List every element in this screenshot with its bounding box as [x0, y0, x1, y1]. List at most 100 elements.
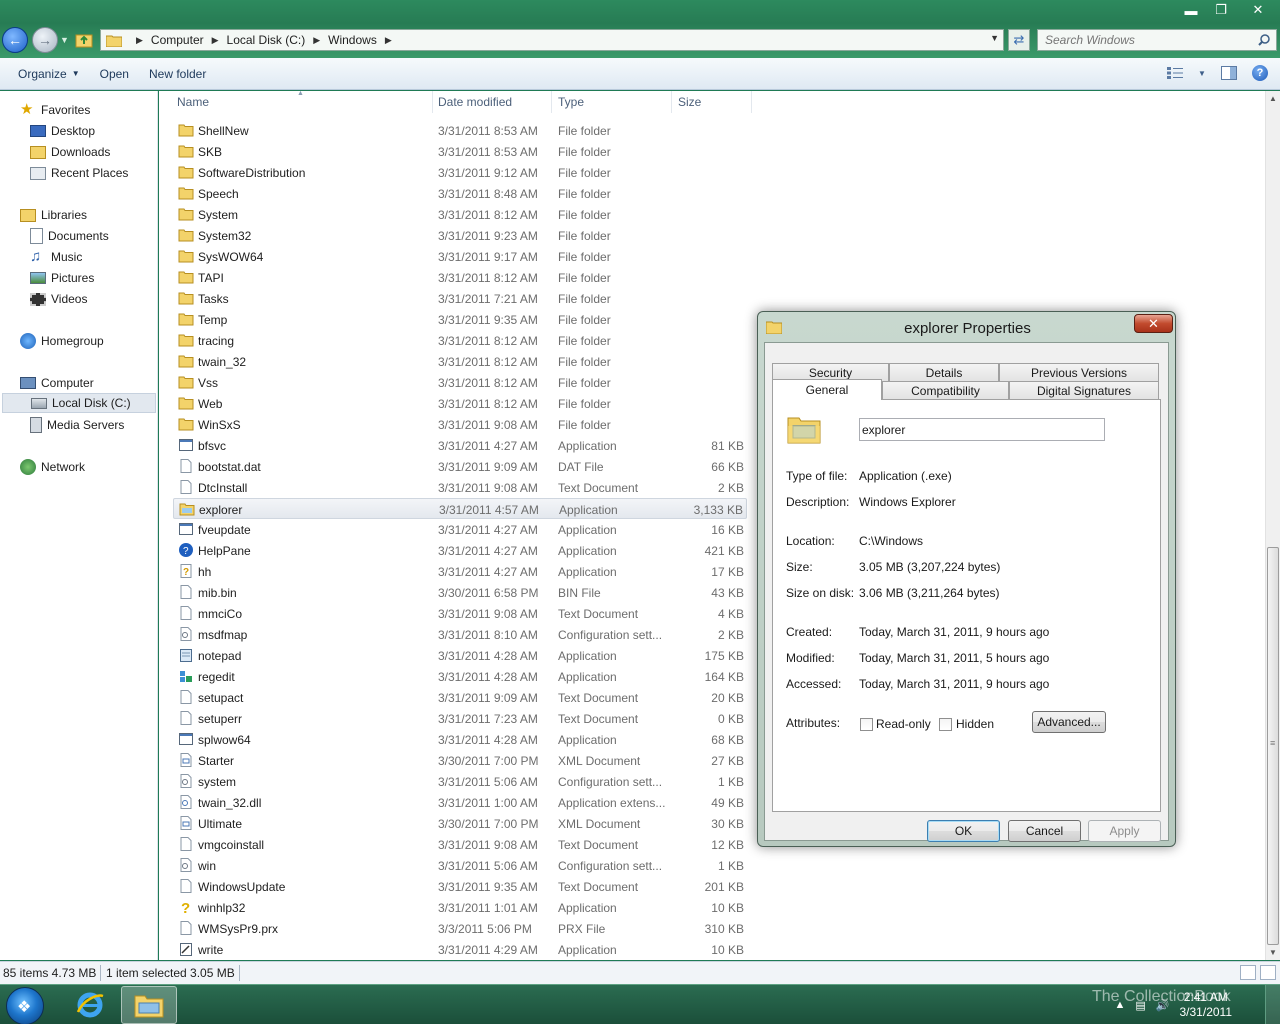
breadcrumb-local-disk[interactable]: Local Disk (C:): [227, 33, 306, 47]
column-divider[interactable]: [551, 91, 552, 113]
file-row[interactable]: SysWOW64 3/31/2011 9:17 AM File folder: [173, 246, 747, 267]
file-row[interactable]: ? hh 3/31/2011 4:27 AM Application 17 KB: [173, 561, 747, 582]
taskbar-windows-explorer[interactable]: [121, 986, 177, 1024]
cancel-button[interactable]: Cancel: [1008, 820, 1081, 842]
file-row[interactable]: notepad 3/31/2011 4:28 AM Application 175 K…: [173, 645, 747, 666]
close-button[interactable]: ✕: [1236, 0, 1280, 20]
vertical-scrollbar[interactable]: ▲ ≡ ▼: [1265, 91, 1280, 960]
file-row[interactable]: Tasks 3/31/2011 7:21 AM File folder: [173, 288, 747, 309]
nav-favorites[interactable]: ★ Favorites: [20, 100, 90, 120]
search-icon[interactable]: [1258, 34, 1270, 46]
tab-general[interactable]: General: [772, 379, 882, 400]
ok-button[interactable]: OK: [927, 820, 1000, 842]
details-view-icon[interactable]: [1240, 965, 1256, 980]
file-row[interactable]: ? winhlp32 3/31/2011 1:01 AM Application 10 …: [173, 897, 747, 918]
file-row[interactable]: vmgcoinstall 3/31/2011 9:08 AM Text Docume…: [173, 834, 747, 855]
column-divider[interactable]: [671, 91, 672, 113]
file-row[interactable]: SKB 3/31/2011 8:53 AM File folder: [173, 141, 747, 162]
show-desktop-button[interactable]: [1265, 985, 1280, 1024]
preview-pane-button[interactable]: [1220, 64, 1238, 82]
scrollbar-thumb[interactable]: ≡: [1267, 547, 1279, 945]
read-only-label[interactable]: Read-only: [876, 717, 931, 731]
file-row[interactable]: bootstat.dat 3/31/2011 9:09 AM DAT File 66 …: [173, 456, 747, 477]
file-row[interactable]: splwow64 3/31/2011 4:28 AM Application 68 K…: [173, 729, 747, 750]
file-row[interactable]: System32 3/31/2011 9:23 AM File folder: [173, 225, 747, 246]
refresh-button[interactable]: ⇄: [1008, 29, 1030, 51]
scroll-up-icon[interactable]: ▲: [1269, 94, 1277, 103]
start-button[interactable]: ❖: [6, 987, 44, 1024]
file-row[interactable]: System 3/31/2011 8:12 AM File folder: [173, 204, 747, 225]
dialog-close-button[interactable]: ✕: [1134, 314, 1173, 333]
column-divider[interactable]: [432, 91, 433, 113]
recent-pages-dropdown-icon[interactable]: ▼: [60, 35, 69, 45]
breadcrumb-separator-icon[interactable]: ▶: [136, 35, 143, 46]
hidden-checkbox[interactable]: [939, 718, 952, 731]
tab-details[interactable]: Details: [889, 363, 999, 381]
nav-homegroup[interactable]: Homegroup: [20, 331, 104, 351]
maximize-button[interactable]: ❐: [1206, 0, 1236, 20]
nav-documents[interactable]: Documents: [30, 226, 109, 246]
nav-recent-places[interactable]: Recent Places: [30, 163, 128, 183]
hidden-label[interactable]: Hidden: [956, 717, 994, 731]
file-row[interactable]: setupact 3/31/2011 9:09 AM Text Document 20…: [173, 687, 747, 708]
file-row[interactable]: twain_32.dll 3/31/2011 1:00 AM Application…: [173, 792, 747, 813]
file-row[interactable]: DtcInstall 3/31/2011 9:08 AM Text Document…: [173, 477, 747, 498]
file-row[interactable]: TAPI 3/31/2011 8:12 AM File folder: [173, 267, 747, 288]
nav-libraries[interactable]: Libraries: [20, 205, 87, 225]
file-row[interactable]: WinSxS 3/31/2011 9:08 AM File folder: [173, 414, 747, 435]
apply-button[interactable]: Apply: [1088, 820, 1161, 842]
breadcrumb-separator-icon[interactable]: ▶: [313, 35, 320, 46]
tab-compatibility[interactable]: Compatibility: [882, 381, 1009, 399]
breadcrumb-windows[interactable]: Windows: [328, 33, 377, 47]
advanced-button[interactable]: Advanced...: [1032, 711, 1106, 733]
nav-pictures[interactable]: Pictures: [30, 268, 94, 288]
file-row[interactable]: msdfmap 3/31/2011 8:10 AM Configuration se…: [173, 624, 747, 645]
file-row[interactable]: Starter 3/30/2011 7:00 PM XML Document 27 K…: [173, 750, 747, 771]
new-folder-button[interactable]: New folder: [139, 62, 216, 86]
back-button[interactable]: ←: [2, 27, 28, 53]
file-row[interactable]: mib.bin 3/30/2011 6:58 PM BIN File 43 KB: [173, 582, 747, 603]
nav-media-servers[interactable]: Media Servers: [30, 415, 124, 435]
file-row[interactable]: WindowsUpdate 3/31/2011 9:35 AM Text Docum…: [173, 876, 747, 897]
file-row[interactable]: regedit 3/31/2011 4:28 AM Application 164 K…: [173, 666, 747, 687]
file-row[interactable]: Vss 3/31/2011 8:12 AM File folder: [173, 372, 747, 393]
taskbar-internet-explorer[interactable]: [62, 986, 118, 1024]
nav-local-disk[interactable]: Local Disk (C:): [2, 393, 156, 413]
breadcrumb-computer[interactable]: Computer: [151, 33, 204, 47]
file-row[interactable]: Temp 3/31/2011 9:35 AM File folder: [173, 309, 747, 330]
column-header-size[interactable]: Size: [678, 95, 701, 109]
file-row[interactable]: win 3/31/2011 5:06 AM Configuration sett..…: [173, 855, 747, 876]
file-name-field[interactable]: [859, 418, 1105, 441]
folder-up-icon[interactable]: [75, 31, 93, 49]
column-header-date[interactable]: Date modified: [438, 95, 512, 109]
minimize-button[interactable]: ▬: [1176, 0, 1206, 20]
file-row[interactable]: fveupdate 3/31/2011 4:27 AM Application 16 …: [173, 519, 747, 540]
address-history-dropdown-icon[interactable]: ▼: [990, 33, 999, 43]
nav-desktop[interactable]: Desktop: [30, 121, 95, 141]
view-options-dropdown-icon[interactable]: ▼: [1198, 64, 1206, 82]
nav-downloads[interactable]: Downloads: [30, 142, 110, 162]
change-view-button[interactable]: [1166, 64, 1184, 82]
column-header-name[interactable]: Name: [177, 95, 209, 109]
forward-button[interactable]: →: [32, 27, 58, 53]
open-button[interactable]: Open: [90, 62, 139, 86]
file-row[interactable]: system 3/31/2011 5:06 AM Configuration set…: [173, 771, 747, 792]
column-header-type[interactable]: Type: [558, 95, 584, 109]
file-row[interactable]: bfsvc 3/31/2011 4:27 AM Application 81 KB: [173, 435, 747, 456]
thumbnails-view-icon[interactable]: [1260, 965, 1276, 980]
organize-button[interactable]: Organize ▼: [8, 62, 90, 86]
search-input[interactable]: [1038, 30, 1248, 50]
file-row[interactable]: explorer 3/31/2011 4:57 AM Application 3,13…: [173, 498, 747, 519]
file-row[interactable]: SoftwareDistribution 3/31/2011 9:12 AM Fil…: [173, 162, 747, 183]
file-row[interactable]: Web 3/31/2011 8:12 AM File folder: [173, 393, 747, 414]
nav-network[interactable]: Network: [20, 457, 85, 477]
file-row[interactable]: mmciCo 3/31/2011 9:08 AM Text Document 4 KB: [173, 603, 747, 624]
nav-computer[interactable]: Computer: [20, 373, 94, 393]
tab-previous-versions[interactable]: Previous Versions: [999, 363, 1159, 381]
file-row[interactable]: Ultimate 3/30/2011 7:00 PM XML Document 30 …: [173, 813, 747, 834]
nav-videos[interactable]: Videos: [30, 289, 87, 309]
file-row[interactable]: write 3/31/2011 4:29 AM Application 10 KB: [173, 939, 747, 960]
scroll-down-icon[interactable]: ▼: [1269, 948, 1277, 957]
read-only-checkbox[interactable]: [860, 718, 873, 731]
file-row[interactable]: WMSysPr9.prx 3/3/2011 5:06 PM PRX File 310 …: [173, 918, 747, 939]
